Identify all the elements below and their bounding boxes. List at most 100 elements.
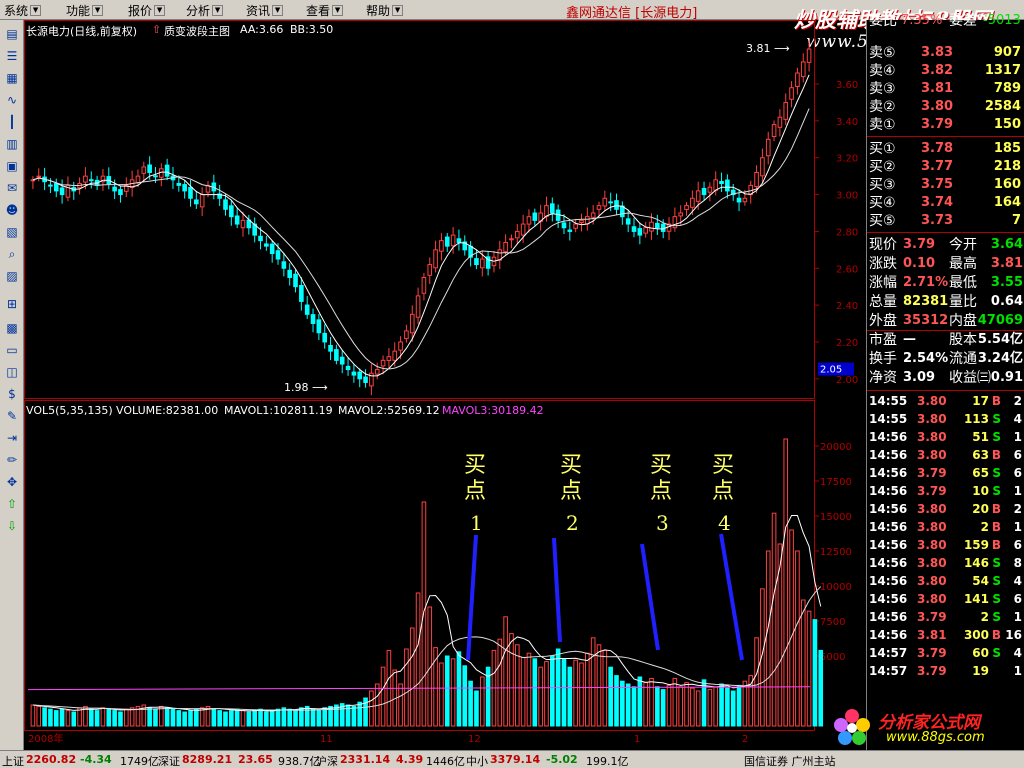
stat-value: — [903, 332, 916, 347]
buy-vol: 160 [993, 177, 1021, 192]
menu-analysis[interactable]: 分析 ▼ [186, 2, 224, 19]
tick-row: 14:56 3.79 10 S 1 [867, 482, 1024, 500]
candle-down [701, 187, 707, 196]
stat-value: 0.64 [990, 294, 1023, 309]
volume-tick-label: 5000 [820, 652, 845, 663]
volume-bar-up [690, 687, 695, 727]
candle-up [415, 295, 421, 318]
move-icon[interactable]: ✥ [3, 474, 21, 490]
tick-price: 3.80 [917, 556, 947, 570]
status-sh-amt: 1749亿 [120, 755, 159, 768]
report-icon[interactable]: ▣ [3, 158, 21, 174]
candle-down [304, 304, 310, 315]
users-icon[interactable]: ☻ [3, 202, 21, 218]
tick-time: 14:56 [869, 556, 908, 570]
sell-row[interactable]: 卖⑤ 3.83 907 [867, 44, 1024, 62]
calc-icon[interactable]: ▧ [3, 224, 21, 240]
volume-bar-down [118, 711, 123, 727]
volume-bar-up [544, 661, 549, 727]
table-icon[interactable]: ▥ [3, 136, 21, 152]
sell-price: 3.83 [921, 45, 954, 60]
candle-down [223, 199, 228, 210]
volume-bar-up [742, 680, 748, 727]
candle-up [602, 197, 608, 207]
buy-row[interactable]: 买② 3.77 218 [867, 158, 1024, 176]
arrow-down-icon[interactable]: ⇩ [3, 518, 21, 534]
buy-row[interactable]: 买③ 3.75 160 [867, 176, 1024, 194]
candle-up [526, 216, 532, 225]
kline-chart[interactable]: 3.60 3.40 3.20 3.00 2.80 2.60 2.40 2.20 2.002.05… [24, 20, 866, 750]
menu-function[interactable]: 功能 ▼ [66, 2, 104, 19]
volume-bar-up [789, 529, 794, 727]
sell-row[interactable]: 卖② 3.80 2584 [867, 98, 1024, 116]
stat-value: 3.64 [990, 237, 1023, 252]
grid-icon[interactable]: ▦ [3, 70, 21, 86]
arrow-up-icon[interactable]: ⇧ [3, 496, 21, 512]
tick-price: 3.80 [917, 538, 947, 552]
buy-row[interactable]: 买④ 3.74 164 [867, 194, 1024, 212]
volume-bar-up [369, 690, 374, 727]
menu-label: 帮助 [366, 4, 391, 18]
candle-down [363, 376, 368, 383]
volume-bar-up [240, 710, 246, 727]
menu-info[interactable]: 资讯 ▼ [246, 2, 284, 19]
volume-bar-down [42, 707, 47, 727]
candle-down [561, 222, 567, 229]
layout-icon[interactable]: ▤ [3, 26, 21, 42]
dollar-icon[interactable]: $ [3, 386, 21, 402]
volume-bar-up [36, 705, 42, 727]
stat-value: 3.24亿 [977, 351, 1023, 366]
menu-help[interactable]: 帮助 ▼ [366, 2, 404, 19]
etf-icon[interactable]: ▨ [3, 268, 21, 284]
chart-area[interactable]: 3.60 3.40 3.20 3.00 2.80 2.60 2.40 2.20 2.00 2.05… [24, 20, 866, 750]
pencil-icon[interactable]: ✏ [3, 452, 21, 468]
sell-row[interactable]: 卖④ 3.82 1317 [867, 62, 1024, 80]
chart-icon[interactable]: ◫ [3, 364, 21, 380]
export-icon[interactable]: ⇥ [3, 430, 21, 446]
buy-row[interactable]: 买① 3.78 185 [867, 140, 1024, 158]
tick-row: 14:57 3.79 19 1 [867, 662, 1024, 680]
menu-view[interactable]: 查看 ▼ [306, 2, 344, 19]
volume-bar-up [538, 666, 543, 727]
tick-side: S [992, 592, 1001, 606]
list-icon[interactable]: ☰ [3, 48, 21, 64]
kline-icon[interactable]: ┃ [3, 114, 21, 130]
low-price-label: 1.98 ⟶ [284, 381, 328, 394]
volume-bar-up [30, 704, 36, 727]
volume-bar-down [631, 686, 637, 727]
divider [867, 136, 1024, 137]
volume-bar-down [223, 711, 228, 727]
candle-up [135, 175, 141, 184]
buy-row[interactable]: 买⑤ 3.73 7 [867, 212, 1024, 230]
price-pane-border [24, 20, 815, 399]
volume-bar-up [503, 616, 508, 727]
menu-quote[interactable]: 报价 ▼ [128, 2, 166, 19]
status-sz-label: 深证 [158, 755, 180, 768]
rsi-icon[interactable]: ▩ [3, 320, 21, 336]
status-hs-amt: 1446亿 [426, 755, 465, 768]
volume-bar-down [730, 690, 736, 727]
stat-row: 涨幅 2.71% 最低 3.55 [867, 274, 1024, 292]
search-icon[interactable]: ⌕ [3, 246, 21, 262]
chevron-down-icon: ▼ [272, 5, 284, 16]
volume-tick-label: 12500 [820, 547, 852, 558]
status-zx-idx: 3379.14 [490, 753, 541, 766]
monitor-icon[interactable]: ▭ [3, 342, 21, 358]
price-tick-label: 2.80 [836, 227, 858, 238]
sell-row[interactable]: 卖① 3.79 150 [867, 116, 1024, 134]
candle-up [514, 230, 520, 239]
menu-label: 查看 [306, 4, 331, 18]
mail-icon[interactable]: ✉ [3, 180, 21, 196]
sell-row[interactable]: 卖③ 3.81 789 [867, 80, 1024, 98]
line-chart-icon[interactable]: ∿ [3, 92, 21, 108]
wrench-icon[interactable]: ✎ [3, 408, 21, 424]
status-sh-label: 上证 [2, 755, 24, 768]
candle-down [532, 212, 538, 221]
stat-value: 82381 [903, 294, 949, 309]
candle-up [678, 212, 684, 217]
stat-label: 今开 [949, 237, 977, 253]
tick-vol: 17 [972, 394, 989, 408]
tree-icon[interactable]: ⊞ [3, 296, 21, 312]
menu-system[interactable]: 系统 ▼ [4, 2, 42, 19]
volume-bar-down [818, 649, 824, 727]
